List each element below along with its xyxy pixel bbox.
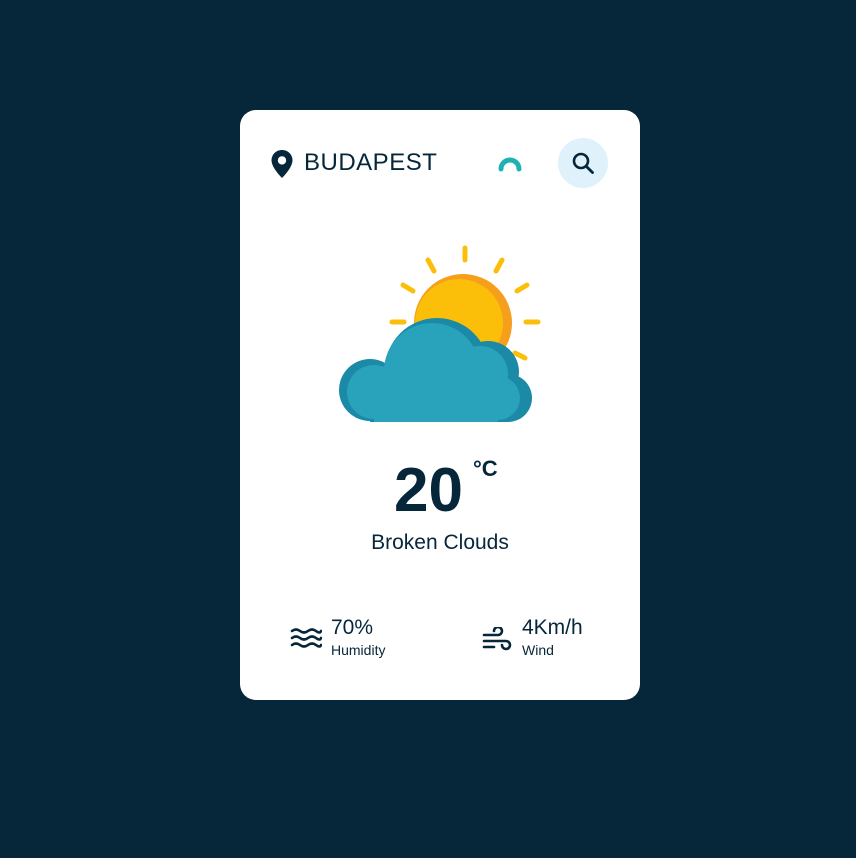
weather-description: Broken Clouds xyxy=(371,531,509,554)
wind-icon xyxy=(482,627,512,651)
humidity-value: 70% xyxy=(331,616,374,639)
card-header: BUDAPEST xyxy=(240,110,640,216)
humidity-stat: 70% Humidity xyxy=(290,615,450,661)
city-name: BUDAPEST xyxy=(304,149,438,176)
wind-value: 4Km/h xyxy=(522,616,583,639)
search-icon xyxy=(572,152,594,174)
temperature-unit: °C xyxy=(473,456,498,481)
temperature-value: 20 xyxy=(394,456,463,525)
wind-stat: 4Km/h Wind xyxy=(482,615,642,661)
temperature: 20 °C xyxy=(240,456,640,526)
map-pin-icon xyxy=(271,150,293,178)
waves-icon xyxy=(290,628,322,648)
wind-label: Wind xyxy=(522,642,554,658)
humidity-label: Humidity xyxy=(331,642,386,658)
spinner-icon xyxy=(498,157,522,172)
weather-card: BUDAPEST 20 °C Broken Clouds 70% Humidit… xyxy=(240,110,640,700)
search-button[interactable] xyxy=(558,138,608,188)
sun-behind-cloud-icon xyxy=(339,245,541,422)
